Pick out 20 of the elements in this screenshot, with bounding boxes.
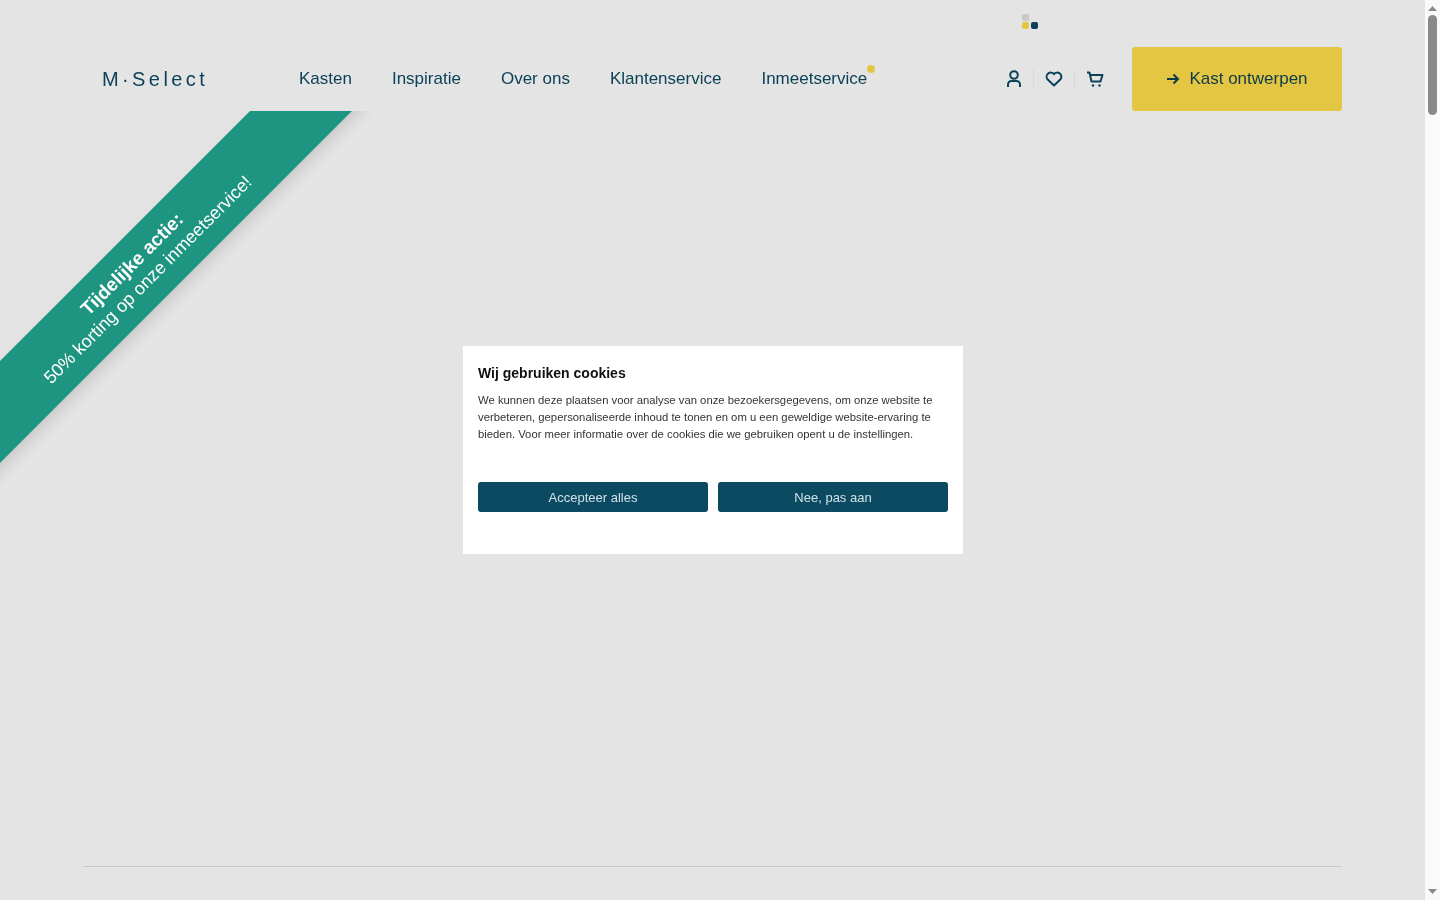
nav-link[interactable]: Kasten [299, 69, 352, 89]
scrollbar[interactable] [1425, 0, 1440, 900]
scroll-down-icon[interactable] [1428, 889, 1437, 894]
loading-dots-icon [1022, 14, 1038, 30]
scrollbar-thumb[interactable] [1428, 15, 1437, 115]
scroll-up-icon[interactable] [1428, 6, 1437, 11]
user-icon[interactable] [1006, 70, 1022, 88]
dialog-title: Wij gebruiken cookies [478, 365, 627, 381]
dialog-text: We kunnen deze plaatsen voor analyse van onze bezoekersgegevens, om onze website te verbeteren, gepersonaliseerde inhoud te tonen en om u een geweldige website-ervaring te bieden. Voor meer informatie over de cookies die we gebruiken opent u de instellingen. [478, 393, 934, 442]
logo[interactable]: M·Select [102, 67, 252, 91]
design-cabinet-button[interactable]: Kast ontwerpen [1132, 47, 1342, 111]
arrow-right-icon [1166, 73, 1181, 85]
nav-link[interactable]: Over ons [500, 69, 570, 89]
customize-button[interactable]: Nee, pas aan [718, 482, 948, 512]
nav-link[interactable]: Inmeetservice [761, 69, 868, 89]
accept-all-button[interactable]: Accepteer alles [478, 482, 708, 512]
heart-icon[interactable] [1045, 71, 1063, 87]
nav-link[interactable]: Klantenservice [609, 69, 722, 89]
nav-link[interactable]: Inspiratie [391, 69, 461, 89]
cart-icon[interactable] [1086, 70, 1104, 88]
